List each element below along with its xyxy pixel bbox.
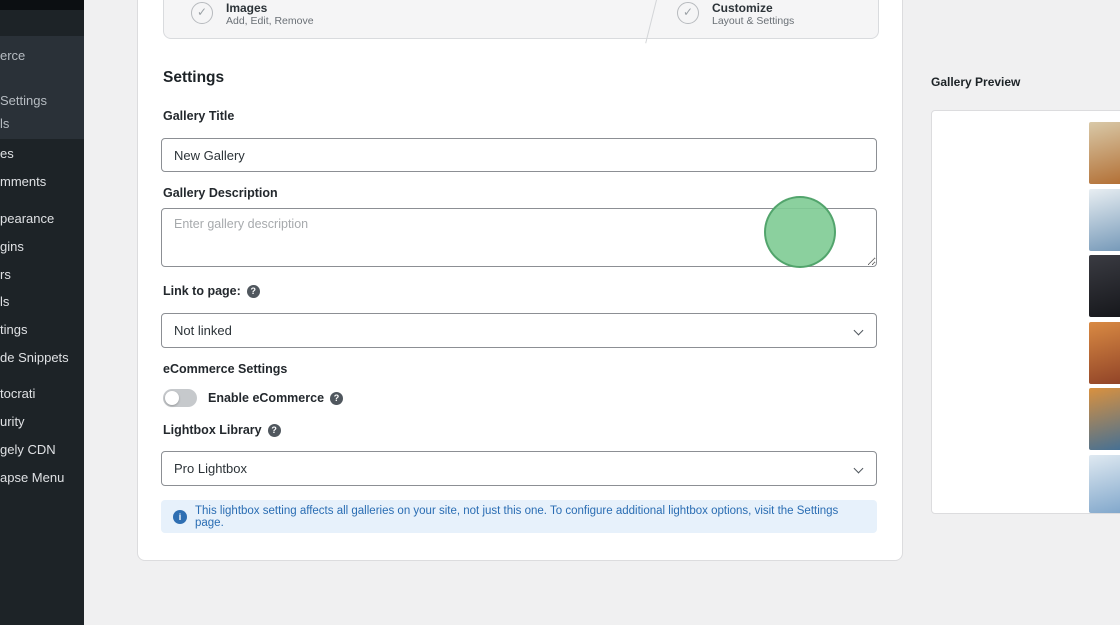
link-to-page-select[interactable]: Not linked	[161, 313, 877, 348]
lightbox-library-row: Lightbox Library ?	[163, 423, 281, 437]
gallery-title-input[interactable]	[161, 138, 877, 172]
step-customize-check: ✓	[677, 2, 699, 24]
sidebar-item-cdn[interactable]: gely CDN	[0, 440, 84, 460]
settings-heading: Settings	[163, 69, 225, 86]
help-icon[interactable]: ?	[246, 284, 260, 298]
sidebar-item-collapse-menu[interactable]: apse Menu	[0, 468, 84, 488]
enable-ecommerce-label: Enable eCommerce	[208, 391, 325, 405]
lightbox-library-select[interactable]: Pro Lightbox	[161, 451, 877, 486]
help-icon[interactable]: ?	[330, 391, 344, 405]
sidebar-item-appearance[interactable]: pearance	[0, 209, 84, 229]
preview-thumbnail[interactable]	[1089, 122, 1120, 184]
lightbox-library-label: Lightbox Library	[163, 423, 262, 437]
chevron-down-icon	[853, 463, 864, 474]
step-customize-title[interactable]: Customize	[712, 1, 773, 15]
gallery-description-label: Gallery Description	[163, 186, 278, 200]
lightbox-selected-value: Pro Lightbox	[174, 461, 247, 476]
check-icon: ✓	[682, 5, 694, 19]
sidebar-item-tools[interactable]: ls	[0, 292, 84, 312]
preview-thumbnail[interactable]	[1089, 255, 1120, 317]
info-icon: i	[173, 509, 187, 524]
sidebar-item-pages[interactable]: es	[0, 144, 84, 164]
sidebar-item-photocrati[interactable]: tocrati	[0, 384, 84, 404]
preview-thumbnail[interactable]	[1089, 189, 1120, 251]
step-images-title[interactable]: Images	[226, 1, 267, 15]
step-customize-subtitle: Layout & Settings	[712, 15, 795, 27]
preview-thumbnail[interactable]	[1089, 455, 1120, 513]
admin-topbar	[0, 0, 84, 10]
toggle-knob	[165, 391, 179, 405]
step-images-check: ✓	[191, 2, 213, 24]
step-images-subtitle: Add, Edit, Remove	[226, 15, 314, 27]
enable-ecommerce-toggle[interactable]	[163, 389, 197, 407]
gallery-title-label: Gallery Title	[163, 109, 235, 123]
lightbox-notice: i This lightbox setting affects all gall…	[161, 500, 877, 533]
gallery-preview-heading: Gallery Preview	[931, 75, 1021, 89]
preview-thumbnail[interactable]	[1089, 322, 1120, 384]
sidebar-item[interactable]: ls	[0, 114, 84, 134]
sidebar-item-comments[interactable]: mments	[0, 172, 84, 192]
sidebar-item[interactable]: erce	[0, 46, 84, 66]
chevron-down-icon	[853, 325, 864, 336]
sidebar-item-plugins[interactable]: gins	[0, 237, 84, 257]
preview-thumbnail[interactable]	[1089, 388, 1120, 450]
link-to-page-selected-value: Not linked	[174, 323, 232, 338]
sidebar-item-users[interactable]: rs	[0, 265, 84, 285]
click-highlight-cursor	[764, 196, 836, 268]
link-to-page-label: Link to page:	[163, 284, 241, 298]
link-to-page-row: Link to page: ?	[163, 284, 260, 298]
enable-ecommerce-row: Enable eCommerce ?	[208, 391, 344, 405]
ecommerce-section-label: eCommerce Settings	[163, 362, 288, 376]
help-icon[interactable]: ?	[267, 423, 281, 437]
sidebar-item-settings-main[interactable]: tings	[0, 320, 84, 340]
sidebar-item-security[interactable]: urity	[0, 412, 84, 432]
sidebar-item-code-snippets[interactable]: de Snippets	[0, 348, 84, 368]
sidebar-item-settings[interactable]: Settings	[0, 91, 84, 111]
check-icon: ✓	[196, 5, 208, 19]
lightbox-notice-text: This lightbox setting affects all galler…	[195, 504, 839, 529]
